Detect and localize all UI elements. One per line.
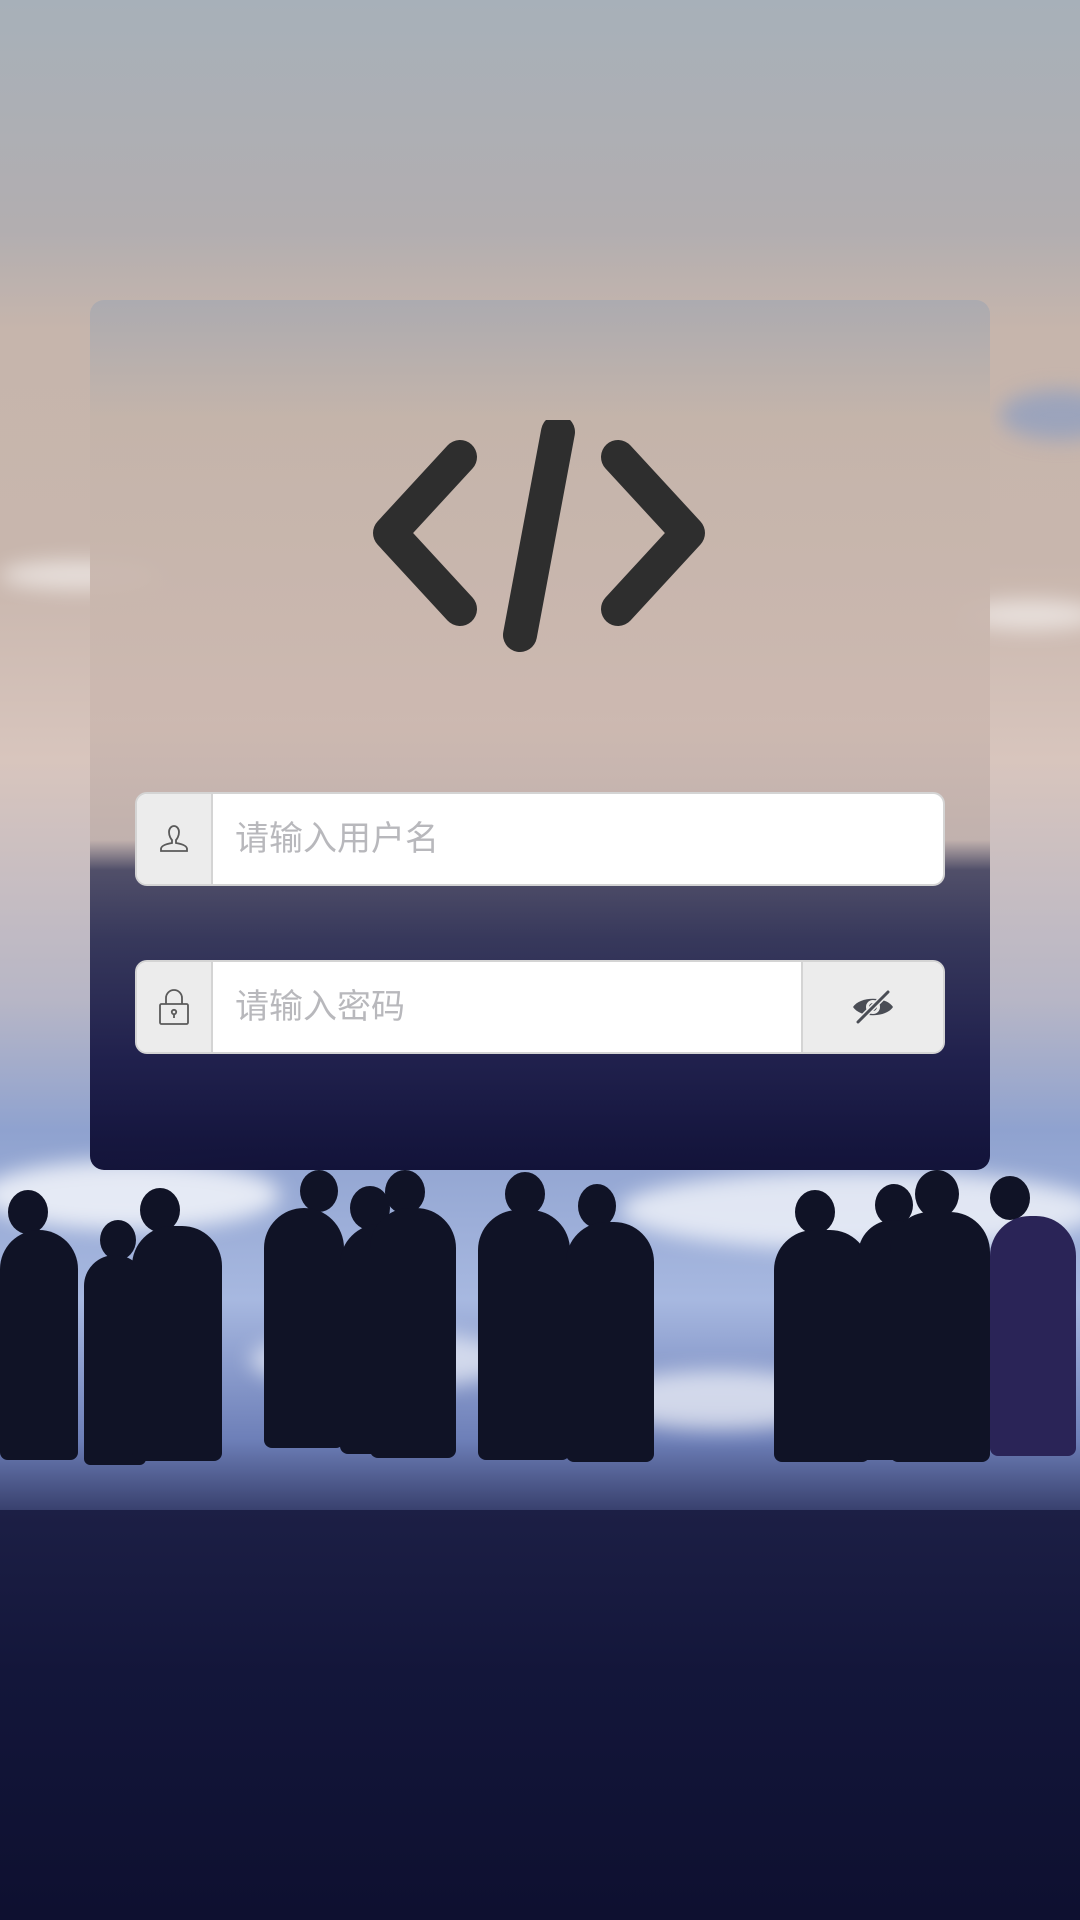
username-addon — [137, 794, 213, 884]
background-ground — [0, 1510, 1080, 1920]
username-field-group — [135, 792, 945, 886]
login-screen — [0, 0, 1080, 1920]
user-icon — [160, 825, 188, 852]
eye-off-icon — [853, 989, 893, 1025]
background-cloud — [1000, 390, 1080, 440]
logo — [370, 415, 710, 660]
password-input[interactable] — [213, 962, 801, 1052]
password-addon — [137, 962, 213, 1052]
username-input[interactable] — [213, 794, 943, 884]
password-field-group — [135, 960, 945, 1054]
password-visibility-toggle[interactable] — [801, 962, 943, 1052]
background-crowd-silhouette — [0, 1160, 1080, 1540]
code-brackets-icon — [373, 415, 705, 652]
lock-icon — [159, 989, 189, 1025]
login-card — [90, 300, 990, 1170]
